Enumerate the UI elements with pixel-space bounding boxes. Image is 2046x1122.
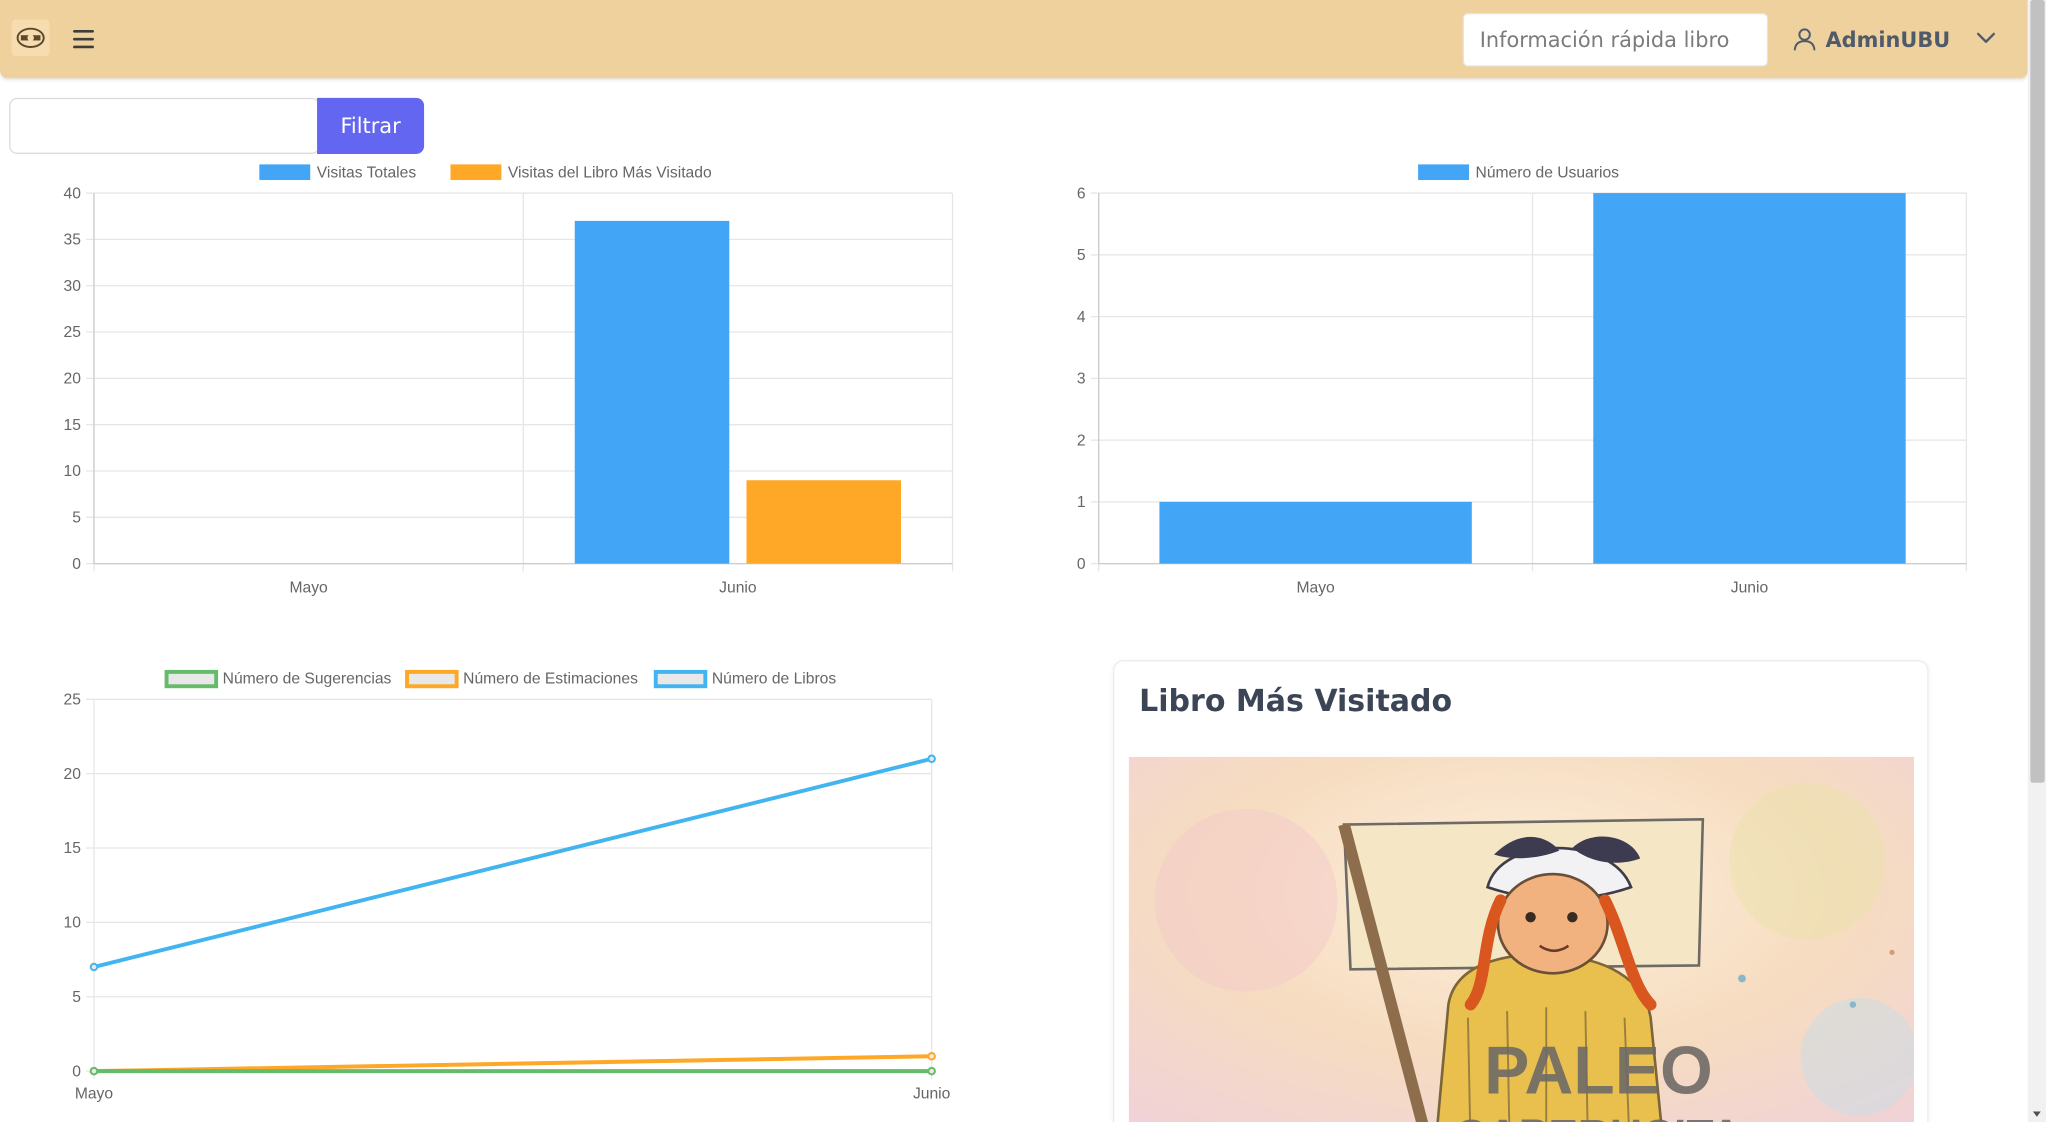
y-tick-label: 5 — [72, 989, 81, 1006]
books-line-chart: Número de Sugerencias Número de Estimacio… — [63, 669, 951, 1103]
x-tick-label: Junio — [913, 1086, 951, 1103]
y-tick-label: 4 — [1077, 309, 1086, 326]
cover-title-line1: PALEO — [1484, 1033, 1713, 1108]
app-logo[interactable] — [11, 19, 50, 57]
bar-numero-de-usuarios-junio — [1593, 193, 1906, 564]
x-tick-label: Mayo — [1296, 579, 1335, 596]
filter-button[interactable]: Filtrar — [317, 97, 425, 154]
bar-visitas-del-libro-mas-visitado-junio — [746, 480, 902, 564]
y-tick-label: 5 — [72, 510, 81, 527]
line-numero-de-estimaciones — [93, 1054, 932, 1074]
y-tick-label: 1 — [1077, 494, 1086, 511]
point-numero-de-libros-mayo — [89, 962, 99, 972]
line-numero-de-libros — [93, 756, 933, 969]
legend-label-numero-de-usuarios: Número de Usuarios — [1476, 164, 1620, 181]
user-menu[interactable]: AdminUBU — [1792, 23, 1951, 54]
y-tick-label: 6 — [1077, 185, 1086, 202]
x-tick-label: Mayo — [289, 579, 328, 596]
y-tick-label: 15 — [63, 417, 81, 434]
card-title: Libro Más Visitado — [1139, 684, 1453, 719]
y-tick-label: 35 — [63, 232, 81, 249]
y-tick-label: 30 — [63, 278, 81, 295]
legend-swatch — [259, 164, 311, 181]
book-cover-image[interactable]: PALEO CAPERUCITA — [1128, 756, 1915, 1122]
point-numero-de-libros-junio — [927, 754, 936, 764]
scroll-down-arrow-icon[interactable] — [2032, 1109, 2042, 1119]
legend-label-visitas-totales: Visitas Totales — [317, 164, 417, 181]
y-tick-label: 0 — [72, 556, 81, 573]
scrollbar-thumb[interactable] — [2030, 0, 2045, 783]
y-tick-label: 20 — [63, 371, 81, 388]
y-tick-label: 3 — [1077, 371, 1086, 388]
legend-swatch — [653, 669, 708, 689]
y-tick-label: 40 — [63, 185, 81, 202]
x-tick-label: Junio — [719, 579, 757, 596]
hamburger-menu-icon[interactable] — [68, 23, 99, 54]
users-bar-chart: Número de Usuarios 0 1 2 3 4 5 6 Mayo Junio — [1077, 164, 1968, 596]
visits-bar-chart: Visitas Totales Visitas del Libro Más Vis… — [63, 164, 954, 596]
y-tick-label: 25 — [63, 324, 81, 341]
legend-label-visitas-del-libro-mas-visitado: Visitas del Libro Más Visitado — [508, 164, 712, 181]
most-visited-book-card: Libro Más Visitado PALEO — [1113, 660, 1929, 1122]
y-tick-label: 0 — [1077, 556, 1086, 573]
y-tick-label: 10 — [63, 463, 81, 480]
x-tick-label: Mayo — [75, 1086, 114, 1103]
legend-label-numero-de-libros: Número de Libros — [712, 671, 837, 688]
chevron-down-icon[interactable] — [1973, 26, 1999, 49]
quick-book-search-input[interactable] — [1462, 13, 1769, 67]
legend-label-numero-de-sugerencias: Número de Sugerencias — [223, 671, 392, 688]
y-tick-label: 5 — [1077, 247, 1086, 264]
user-name: AdminUBU — [1825, 26, 1951, 52]
y-tick-label: 15 — [63, 840, 81, 857]
top-navbar: AdminUBU — [0, 0, 2028, 79]
y-tick-label: 10 — [63, 915, 81, 932]
date-filter-input[interactable] — [9, 97, 320, 154]
cover-title-line2: CAPERUCITA — [1455, 1112, 1743, 1122]
legend-swatch — [405, 669, 459, 689]
x-tick-label: Junio — [1731, 579, 1769, 596]
user-icon — [1793, 28, 1816, 51]
point-numero-de-sugerencias-mayo — [89, 1066, 99, 1076]
legend-swatch — [164, 669, 219, 689]
y-tick-label: 25 — [63, 692, 81, 709]
y-tick-label: 0 — [72, 1063, 81, 1080]
point-numero-de-sugerencias-junio — [927, 1066, 936, 1076]
y-tick-label: 20 — [63, 766, 81, 783]
bar-numero-de-usuarios-mayo — [1159, 501, 1472, 564]
bar-visitas-totales-junio — [574, 220, 730, 564]
y-tick-label: 2 — [1077, 432, 1086, 449]
point-numero-de-estimaciones-junio — [927, 1052, 936, 1061]
legend-swatch — [450, 164, 502, 181]
legend-label-numero-de-estimaciones: Número de Estimaciones — [463, 671, 638, 688]
legend-swatch — [1418, 164, 1470, 181]
